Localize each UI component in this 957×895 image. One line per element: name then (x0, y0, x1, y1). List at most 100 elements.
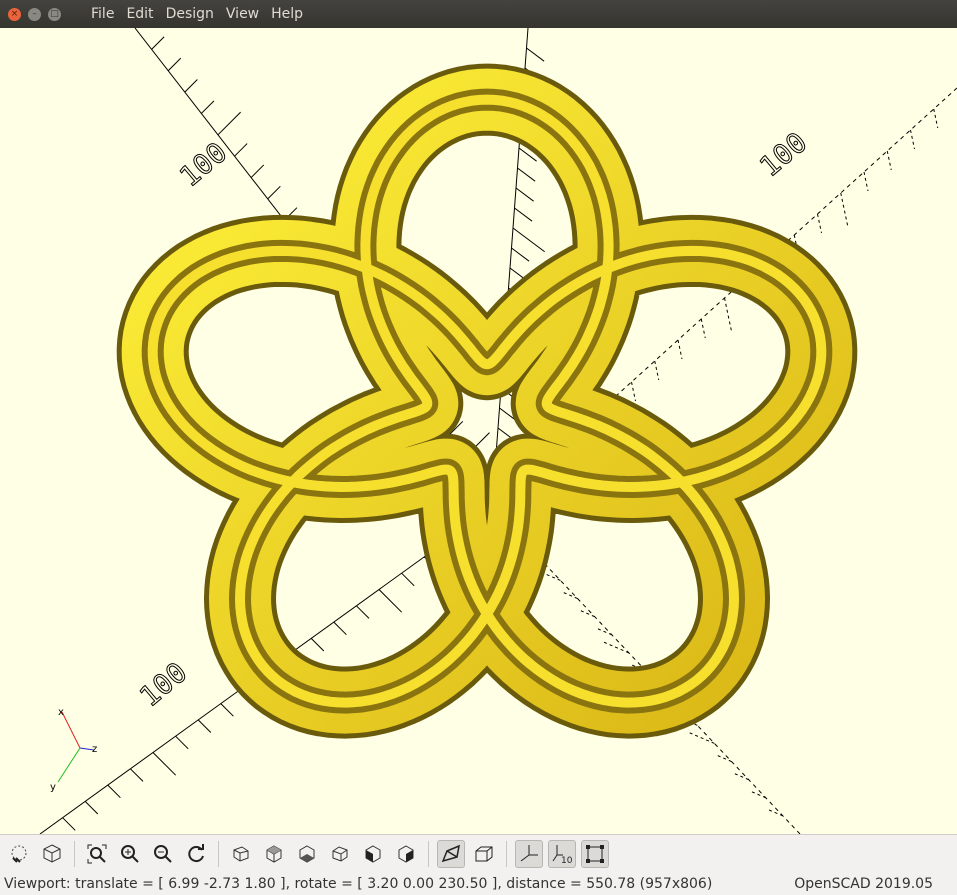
axis-tick (197, 719, 212, 733)
toolbar-separator (74, 841, 75, 867)
view-top-button[interactable] (260, 840, 288, 868)
menu-bar: File Edit Design View Help (85, 0, 309, 28)
view-right-button[interactable] (227, 840, 255, 868)
axis-tick (234, 143, 248, 157)
render-button[interactable] (38, 840, 66, 868)
axis-tick (751, 791, 766, 799)
axis-label-z: z (92, 744, 97, 755)
axis-tick (580, 610, 595, 618)
view-back-button[interactable] (392, 840, 420, 868)
scale-icon-label: 10 (561, 856, 573, 865)
axis-tick (724, 297, 733, 333)
viewport-status-text: Viewport: translate = [ 6.99 -2.73 1.80 … (4, 875, 713, 892)
axis-tick (546, 573, 561, 581)
render-icon (43, 844, 61, 863)
axis-tick (631, 381, 636, 402)
axis-tick (378, 589, 403, 613)
app-version-label: OpenSCAD 2019.05 (794, 875, 933, 892)
view-back-icon (398, 845, 414, 863)
axis-tick (677, 339, 683, 360)
axis-tick (84, 801, 99, 815)
axis-tick (514, 207, 533, 222)
axis-tick (175, 735, 189, 750)
scale-marker-label: 100 (133, 656, 193, 714)
view-all-icon (87, 844, 107, 864)
view-left-button[interactable] (326, 840, 354, 868)
axis-gizmo: x z y (50, 707, 97, 793)
axis-tick (184, 79, 198, 93)
axis-tick (130, 768, 144, 782)
reset-view-button[interactable] (182, 840, 210, 868)
axis-tick (886, 150, 892, 171)
scale-marker-label: 100 (173, 136, 233, 194)
preview-button[interactable] (5, 840, 33, 868)
zoom-in-button[interactable] (116, 840, 144, 868)
axis-tick (167, 57, 182, 72)
reset-view-icon (188, 844, 204, 863)
axis-tick (840, 192, 849, 228)
axis-tick (511, 247, 530, 262)
axis-tick (267, 185, 281, 200)
toolbar-separator (428, 841, 429, 867)
knot-model[interactable] (116, 63, 858, 739)
status-bar: Viewport: translate = [ 6.99 -2.73 1.80 … (0, 872, 957, 895)
view-bottom-button[interactable] (293, 840, 321, 868)
show-scale-markers-button[interactable]: 10 (548, 840, 576, 868)
show-axes-button[interactable] (515, 840, 543, 868)
axis-tick (515, 187, 534, 202)
axis-tick (563, 592, 578, 600)
axis-tick (933, 108, 939, 129)
view-top-icon (266, 845, 282, 863)
axis-label-y: y (50, 782, 56, 793)
maximize-window-button[interactable]: □ (48, 7, 61, 21)
perspective-icon (441, 844, 460, 863)
axis-tick (654, 360, 660, 381)
axis-tick (863, 171, 869, 192)
3d-viewport[interactable]: 100 100 100 x z y (0, 28, 957, 834)
axis-tick (220, 703, 234, 717)
axis-tick (401, 572, 415, 587)
view-all-button[interactable] (83, 840, 111, 868)
axis-tick (817, 213, 822, 234)
scale-marker-label: 100 (753, 126, 813, 184)
show-edges-button[interactable] (581, 840, 609, 868)
orthogonal-icon (475, 846, 493, 862)
toolbar-separator (506, 841, 507, 867)
minimize-window-button[interactable]: – (28, 7, 41, 21)
axis-label-x: x (58, 707, 64, 718)
view-right-icon (233, 846, 249, 862)
zoom-out-icon (154, 845, 172, 863)
menu-design[interactable]: Design (160, 0, 220, 28)
zoom-in-icon (121, 845, 139, 863)
axis-tick (768, 809, 784, 817)
zoom-out-button[interactable] (149, 840, 177, 868)
axis-tick (597, 628, 612, 636)
view-front-icon (365, 845, 381, 863)
menu-edit[interactable]: Edit (120, 0, 159, 28)
menu-file[interactable]: File (85, 0, 120, 28)
axis-tick (700, 318, 706, 339)
menu-help[interactable]: Help (265, 0, 309, 28)
menu-view[interactable]: View (220, 0, 265, 28)
title-bar: × – □ File Edit Design View Help (0, 0, 957, 28)
perspective-button[interactable] (437, 840, 465, 868)
axis-tick (152, 752, 177, 776)
view-toolbar: 10 (0, 834, 957, 873)
close-window-button[interactable]: × (8, 7, 21, 21)
axis-tick (603, 641, 630, 654)
axis-tick (250, 164, 265, 178)
axis-tick (910, 129, 915, 150)
axis-tick (151, 36, 165, 50)
preview-icon (11, 845, 27, 863)
view-front-button[interactable] (359, 840, 387, 868)
axis-tick (526, 47, 545, 62)
axis-tick (512, 227, 545, 253)
axis-tick (356, 605, 370, 619)
view-bottom-icon (299, 845, 315, 863)
viewport-canvas[interactable]: 100 100 100 x z y (0, 28, 957, 834)
axis-tick (217, 111, 241, 136)
scale-markers-icon: 10 (552, 845, 573, 865)
axis-tick (107, 784, 121, 799)
orthogonal-button[interactable] (470, 840, 498, 868)
axis-tick (62, 817, 76, 831)
